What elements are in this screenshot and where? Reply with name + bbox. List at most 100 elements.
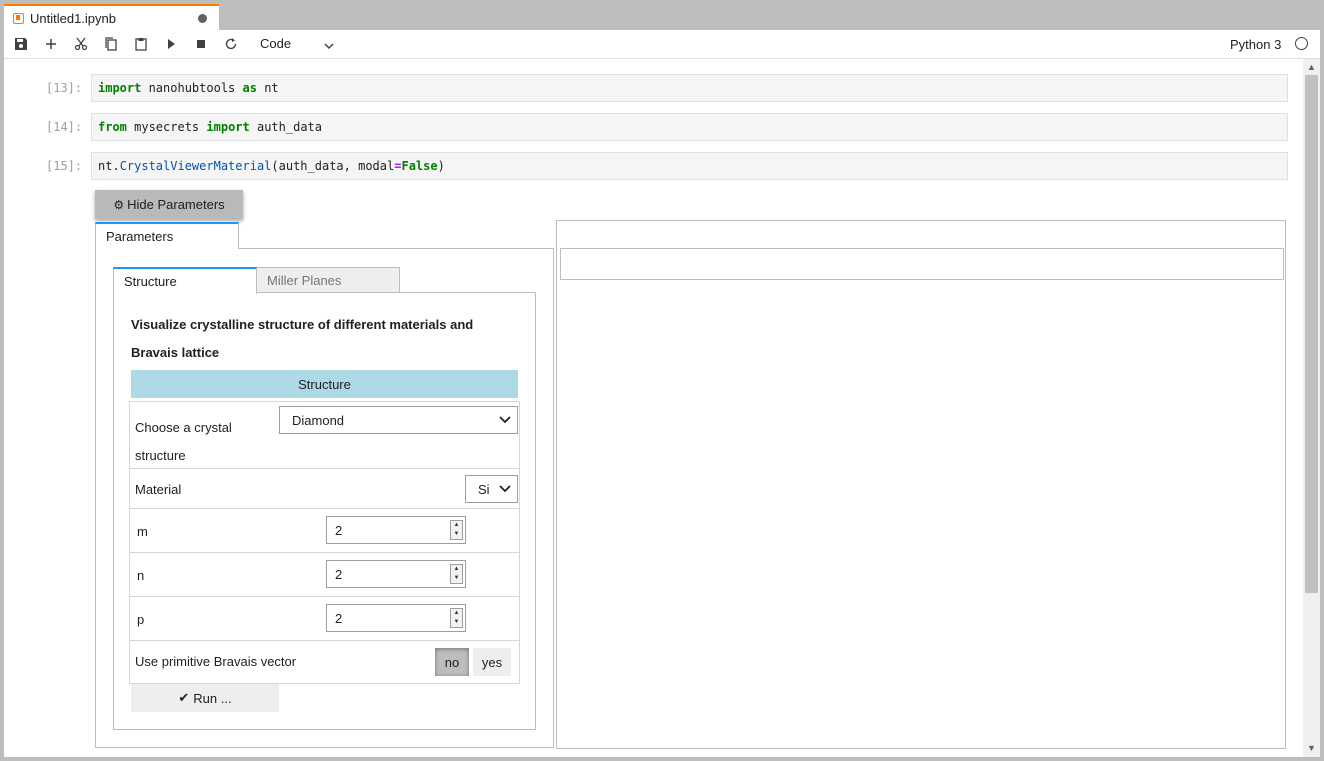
- cell-prompt: [13]:: [46, 81, 83, 95]
- n-row: n 2 ▲ ▼: [130, 553, 519, 597]
- decrement-icon[interactable]: ▼: [451, 530, 462, 539]
- toggle-no-button[interactable]: no: [435, 648, 469, 676]
- notebook-icon: [13, 13, 24, 24]
- tab-structure-label: Structure: [124, 274, 177, 289]
- code-token: nt: [256, 81, 279, 95]
- tab-miller-planes[interactable]: Miller Planes: [256, 267, 400, 293]
- plus-icon: [46, 39, 56, 49]
- decrement-icon[interactable]: ▼: [451, 574, 462, 583]
- m-input[interactable]: 2 ▲ ▼: [326, 516, 466, 544]
- material-row: Material Si: [130, 469, 519, 509]
- cell-prompt: [15]:: [46, 159, 83, 173]
- gear-icon: ⚙: [113, 197, 125, 212]
- chevron-down-icon: [499, 482, 511, 497]
- insert-cell-button[interactable]: [42, 36, 60, 52]
- kernel-name[interactable]: Python 3: [1230, 37, 1281, 52]
- code-token: mysecrets: [126, 120, 207, 134]
- description-line: Bravais lattice: [131, 345, 220, 360]
- restart-kernel-button[interactable]: [222, 36, 240, 52]
- code-token: from: [98, 120, 127, 134]
- toggle-yes-label: yes: [481, 654, 503, 670]
- increment-icon[interactable]: ▲: [451, 521, 462, 530]
- check-icon: ✔: [178, 690, 190, 705]
- crystal-structure-row: Choose a crystal structure Diamond: [130, 402, 519, 469]
- notebook-toolbar: Code Python 3: [4, 30, 1320, 59]
- stop-icon: [197, 40, 205, 48]
- description-line: Visualize crystalline structure of diffe…: [131, 317, 474, 332]
- n-stepper[interactable]: ▲ ▼: [450, 564, 463, 584]
- m-label: m: [137, 524, 148, 539]
- copy-icon: [105, 37, 117, 51]
- tab-parameters[interactable]: Parameters: [95, 222, 239, 249]
- n-input[interactable]: 2 ▲ ▼: [326, 560, 466, 588]
- material-label: Material: [135, 482, 182, 497]
- jupyterlab-window: Untitled1.ipynb Code Python 3 [13]: impo…: [0, 0, 1324, 761]
- vertical-scrollbar[interactable]: ▲ ▼: [1303, 59, 1320, 757]
- chevron-down-icon[interactable]: [324, 38, 334, 53]
- p-value: 2: [335, 610, 343, 626]
- cut-cell-button[interactable]: [72, 36, 90, 52]
- scissors-icon: [74, 37, 88, 51]
- n-label: n: [137, 568, 145, 583]
- code-token: False: [401, 159, 438, 173]
- run-button[interactable]: ✔ Run ...: [131, 684, 279, 712]
- section-title: Structure: [298, 376, 351, 392]
- hide-parameters-label: Hide Parameters: [127, 197, 225, 212]
- m-value: 2: [335, 522, 343, 538]
- toggle-no-label: no: [444, 654, 460, 670]
- code-token: nt.: [98, 159, 120, 173]
- notebook-tab[interactable]: Untitled1.ipynb: [4, 4, 219, 31]
- run-cell-button[interactable]: [162, 36, 180, 52]
- increment-icon[interactable]: ▲: [451, 565, 462, 574]
- cell-type-select[interactable]: Code: [260, 36, 291, 51]
- crystal-structure-value: Diamond: [292, 412, 345, 428]
- hide-parameters-button[interactable]: ⚙ Hide Parameters: [95, 190, 243, 219]
- structure-form: Choose a crystal structure Diamond Mater…: [129, 401, 520, 684]
- p-row: p 2 ▲ ▼: [130, 597, 519, 641]
- scrollbar-thumb[interactable]: [1305, 75, 1318, 593]
- code-token: CrystalViewerMaterial: [119, 159, 272, 173]
- save-icon: [15, 38, 27, 50]
- toggle-yes-button[interactable]: yes: [473, 648, 511, 676]
- play-icon: [168, 39, 175, 49]
- increment-icon[interactable]: ▲: [451, 609, 462, 618]
- structure-section-header[interactable]: Structure: [131, 370, 518, 398]
- viewer-output-panel: [556, 220, 1286, 749]
- document-tab-bar: Untitled1.ipynb: [0, 0, 1324, 31]
- code-token: nanohubtools: [141, 81, 243, 95]
- cell-prompt: [14]:: [46, 120, 83, 134]
- n-value: 2: [335, 566, 343, 582]
- code-token: auth_data: [249, 120, 322, 134]
- notebook-tab-label: Untitled1.ipynb: [30, 11, 116, 26]
- tool-description: Visualize crystalline structure of diffe…: [131, 311, 511, 367]
- code-cell-input[interactable]: from mysecrets import auth_data: [91, 113, 1288, 141]
- viewer-output-box: [560, 248, 1284, 280]
- m-row: m 2 ▲ ▼: [130, 509, 519, 553]
- code-token: as: [242, 81, 257, 95]
- p-label: p: [137, 612, 145, 627]
- save-button[interactable]: [12, 36, 30, 52]
- code-token: (auth_data, modal: [271, 159, 395, 173]
- copy-cell-button[interactable]: [102, 36, 120, 52]
- material-value: Si: [478, 481, 490, 497]
- p-input[interactable]: 2 ▲ ▼: [326, 604, 466, 632]
- unsaved-changes-dot-icon[interactable]: [198, 14, 207, 23]
- tab-structure[interactable]: Structure: [113, 267, 257, 294]
- scroll-up-icon[interactable]: ▲: [1307, 62, 1316, 72]
- run-button-label: Run ...: [193, 690, 232, 706]
- m-stepper[interactable]: ▲ ▼: [450, 520, 463, 540]
- notebook-panel: [13]: import nanohubtools as nt [14]: fr…: [4, 59, 1320, 757]
- code-cell-input[interactable]: import nanohubtools as nt: [91, 74, 1288, 102]
- code-cell-input[interactable]: nt.CrystalViewerMaterial(auth_data, moda…: [91, 152, 1288, 180]
- p-stepper[interactable]: ▲ ▼: [450, 608, 463, 628]
- crystal-structure-select[interactable]: Diamond: [279, 406, 518, 434]
- code-token: import: [98, 81, 142, 95]
- paste-cell-button[interactable]: [132, 36, 150, 52]
- chevron-down-icon: [499, 413, 511, 428]
- interrupt-kernel-button[interactable]: [192, 36, 210, 52]
- paste-icon: [135, 38, 147, 51]
- material-select[interactable]: Si: [465, 475, 518, 503]
- scroll-down-icon[interactable]: ▼: [1307, 743, 1316, 753]
- decrement-icon[interactable]: ▼: [451, 618, 462, 627]
- refresh-icon: [225, 38, 237, 50]
